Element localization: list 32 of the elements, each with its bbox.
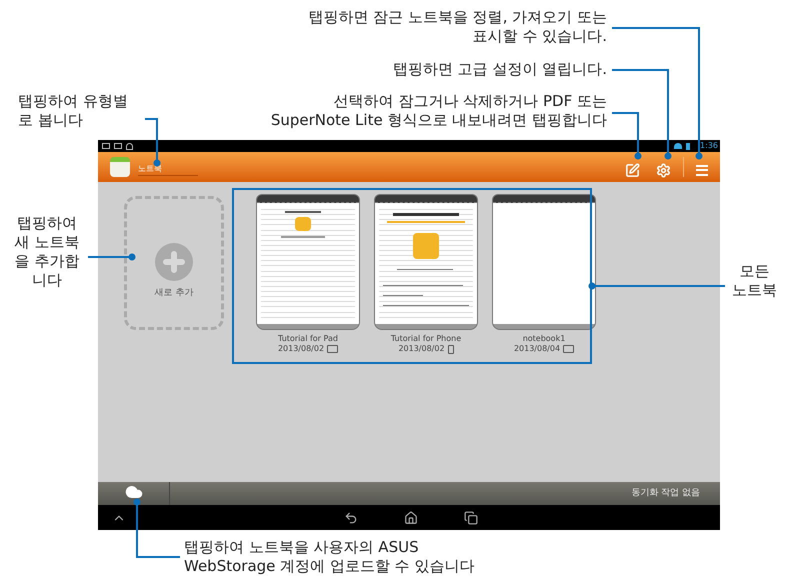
notebook-date: 2013/08/02	[398, 344, 445, 354]
notebook-name: Tutorial for Phone	[390, 334, 462, 344]
image-icon	[102, 143, 110, 149]
notebook-date: 2013/08/02	[278, 344, 324, 354]
leader-line	[145, 118, 160, 166]
edit-icon[interactable]	[625, 162, 640, 178]
battery-icon	[686, 142, 690, 150]
add-notebook-button[interactable]: 새로 추가	[124, 196, 224, 330]
leader-line	[134, 498, 180, 558]
tablet-icon	[563, 345, 574, 353]
callout-text: 탭핑하여 유형별 로 봅니다	[18, 92, 128, 130]
sync-status: 동기화 작업 없음	[631, 486, 700, 500]
notebook-app-icon	[110, 157, 130, 177]
back-icon[interactable]	[344, 510, 358, 524]
callout-text: 탭핑하면 고급 설정이 열립니다.	[392, 60, 607, 79]
callout-text: 탭핑하면 잠근 노트북을 정렬, 가져오기 또는 표시할 수 있습니다.	[308, 8, 607, 46]
notebook-name: notebook1	[522, 334, 566, 344]
plus-icon	[155, 243, 193, 281]
settings-icon[interactable]	[656, 162, 671, 178]
clock-time: 1:36	[700, 142, 718, 150]
leader-line	[88, 254, 136, 260]
callout-text: 모든 노트북	[731, 262, 778, 300]
callout-text: 탭핑하여 노트북을 사용자의 ASUS WebStorage 계정에 업로드할 수 있습니다	[184, 538, 474, 576]
tablet-icon	[327, 345, 338, 353]
callout-text: 탭핑하여 새 노트북 을 추가합 니다	[14, 214, 80, 290]
menu-icon[interactable]	[696, 164, 708, 176]
notebook-date: 2013/08/04	[514, 344, 560, 354]
notebook-name: Tutorial for Pad	[278, 334, 338, 344]
home-icon[interactable]	[404, 510, 418, 524]
phone-icon	[448, 344, 454, 354]
recent-apps-icon[interactable]	[464, 510, 478, 524]
callout-text: 선택하여 잠그거나 삭제하거나 PDF 또는 SuperNote Lite 형식으로 내보내려면 탭핑합니다	[270, 92, 607, 130]
